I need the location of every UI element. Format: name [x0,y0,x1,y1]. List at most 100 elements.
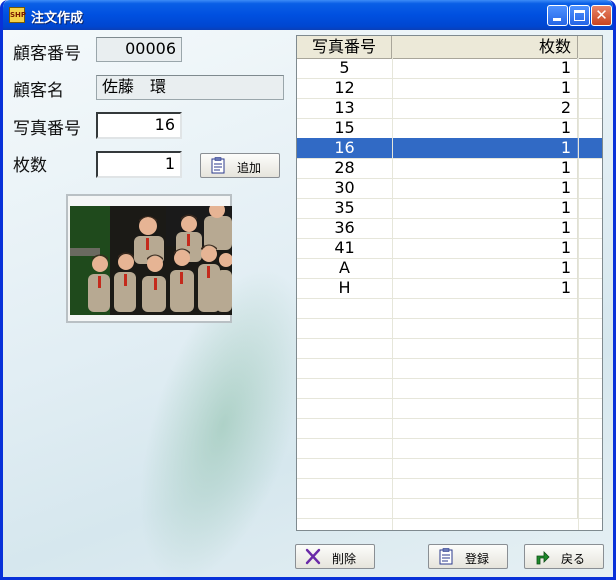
column-header-photo-no[interactable]: 写真番号 [297,36,392,58]
photo-no-cell: 12 [297,78,393,98]
title-bar[interactable]: SHP 注文作成 ✕ [3,0,613,30]
qty-input[interactable]: 1 [96,151,182,178]
qty-cell [392,498,578,518]
qty-cell: 1 [392,158,578,178]
minimize-icon [553,18,561,21]
column-divider [578,58,579,530]
table-row[interactable] [297,378,602,399]
photo-no-cell [297,338,393,358]
delete-button[interactable]: 削除 [295,544,375,569]
qty-cell [392,318,578,338]
photo-no-cell [297,358,393,378]
photo-no-input[interactable]: 16 [96,112,182,139]
photo-no-cell: 15 [297,118,393,138]
clipboard-icon [211,157,225,174]
photo-no-cell [297,318,393,338]
qty-cell [392,398,578,418]
qty-cell: 1 [392,238,578,258]
table-row[interactable] [297,498,602,519]
table-row[interactable]: 35 1 [297,198,602,219]
qty-cell: 1 [392,278,578,298]
column-divider [392,58,393,530]
qty-cell: 1 [392,118,578,138]
photo-no-cell [297,378,393,398]
photo-no-cell [297,478,393,498]
order-window: SHP 注文作成 ✕ 顧客番号 00006 顧客名 佐藤 環 写真番号 16 枚… [0,0,616,580]
photo-no-cell: 41 [297,238,393,258]
client-area: 顧客番号 00006 顧客名 佐藤 環 写真番号 16 枚数 1 追加 写真番号… [3,30,613,577]
table-row[interactable]: 28 1 [297,158,602,179]
photo-no-cell: 36 [297,218,393,238]
app-icon[interactable]: SHP [9,7,26,23]
qty-cell: 1 [392,258,578,278]
photo-no-cell [297,398,393,418]
close-button[interactable]: ✕ [591,5,612,26]
qty-cell [392,458,578,478]
delete-button-label: 削除 [332,552,357,566]
table-row[interactable] [297,458,602,479]
close-icon: ✕ [595,6,608,24]
customer-no-label: 顧客番号 [13,44,81,64]
table-row[interactable]: 41 1 [297,238,602,259]
add-button-label: 追加 [237,161,262,175]
photo-no-cell [297,418,393,438]
photo-no-cell [297,498,393,518]
qty-cell: 1 [392,178,578,198]
table-row[interactable] [297,358,602,379]
photo-no-cell: H [297,278,393,298]
table-row[interactable] [297,438,602,459]
table-row[interactable]: 30 1 [297,178,602,199]
table-row[interactable]: 13 2 [297,98,602,119]
grid-header: 写真番号 枚数 [297,36,602,59]
photo-no-cell [297,298,393,318]
qty-cell: 1 [392,78,578,98]
table-row[interactable]: 51 [297,58,602,79]
customer-name-label: 顧客名 [13,81,64,101]
table-row[interactable] [297,478,602,499]
table-row[interactable] [297,418,602,439]
back-button-label: 戻る [561,552,586,566]
qty-cell: 1 [392,58,578,78]
table-row[interactable] [297,318,602,339]
qty-cell: 1 [392,218,578,238]
qty-cell [392,338,578,358]
table-row[interactable]: 15 1 [297,118,602,139]
window-title: 注文作成 [31,11,84,26]
photo-no-cell [297,438,393,458]
return-arrow-icon [536,551,550,565]
photo-preview [66,194,232,323]
table-row[interactable]: 36 1 [297,218,602,239]
back-button[interactable]: 戻る [524,544,604,569]
qty-cell [392,478,578,498]
qty-cell: 1 [392,138,578,158]
add-button[interactable]: 追加 [200,153,280,178]
register-button[interactable]: 登録 [428,544,508,569]
column-header-qty[interactable]: 枚数 [392,36,578,58]
table-row[interactable] [297,398,602,419]
order-grid[interactable]: 写真番号 枚数 5 1 12 1 13 2 15 1 16 1 28 1 30 1 35 1 36 1 41 1 A 1 H… [296,35,603,531]
photo-no-cell: 30 [297,178,393,198]
minimize-button[interactable] [547,5,568,26]
register-button-label: 登録 [465,552,490,566]
photo-no-label: 写真番号 [13,119,81,139]
maximize-button[interactable] [569,5,590,26]
qty-cell [392,438,578,458]
qty-cell: 2 [392,98,578,118]
photo-no-cell: 5 [297,58,393,78]
qty-cell [392,298,578,318]
photo-no-cell [297,458,393,478]
qty-cell [392,378,578,398]
maximize-icon [574,10,585,21]
table-row[interactable] [297,338,602,359]
qty-cell: 1 [392,198,578,218]
photo-no-cell: 13 [297,98,393,118]
table-row[interactable]: A1 [297,258,602,279]
table-row[interactable]: 12 1 [297,78,602,99]
table-row[interactable]: H1 [297,278,602,299]
clipboard-icon [439,548,453,565]
table-row[interactable] [297,298,602,319]
table-row[interactable]: 16 1 [297,138,602,159]
photo-no-cell: 16 [297,138,393,158]
photo-no-cell: A [297,258,393,278]
photo-no-cell: 35 [297,198,393,218]
